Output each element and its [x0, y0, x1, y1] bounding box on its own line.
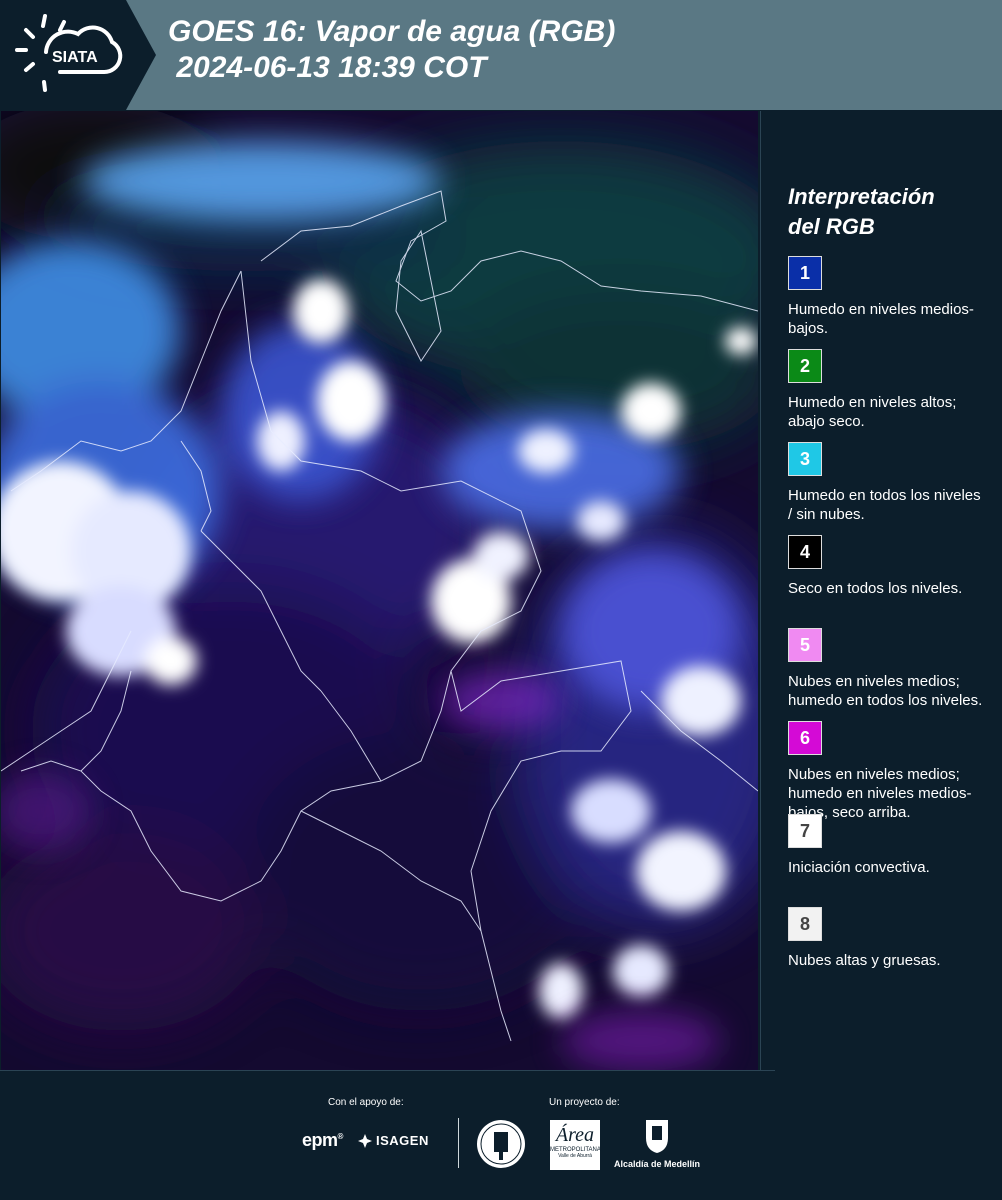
footer-separator: [458, 1118, 459, 1168]
isagen-logo-text: ISAGEN: [376, 1133, 429, 1148]
epm-logo: epm®: [302, 1130, 343, 1150]
legend-item: 8 Nubes altas y gruesas.: [788, 907, 988, 1000]
legend-swatch: 4: [788, 535, 822, 569]
legend-swatch: 6: [788, 721, 822, 755]
legend-item-text: Nubes en niveles medios; humedo en todos…: [788, 673, 983, 709]
legend-item: 7 Iniciación convectiva.: [788, 814, 988, 907]
epm-logo-text: epm: [302, 1130, 338, 1150]
legend-item: 4 Seco en todos los niveles.: [788, 535, 988, 628]
coat-of-arms-icon: [646, 1120, 668, 1153]
satellite-image: [1, 111, 758, 1070]
legend-items: 1 Humedo en niveles medios-bajos. 2 Humedo …: [788, 256, 988, 1000]
siata-logo-text: SIATA: [52, 49, 98, 66]
legend-swatch: 7: [788, 814, 822, 848]
legend-item-text: Nubes altas y gruesas.: [788, 952, 941, 969]
legend-title-line2: del RGB: [788, 214, 875, 239]
page-timestamp: 2024-06-13 18:39 COT: [168, 51, 487, 84]
legend-item: 6 Nubes en niveles medios; humedo en nive…: [788, 721, 988, 821]
university-seal-logo: [475, 1118, 527, 1175]
title-block: GOES 16: Vapor de agua (RGB) 2024-06-13 …: [168, 14, 615, 86]
map-divider: [760, 111, 761, 1070]
siata-logo[interactable]: SIATA: [0, 0, 158, 110]
legend-panel: Interpretación del RGB 1 Humedo en nivele…: [788, 182, 988, 1000]
legend-item-text: Humedo en niveles medios-bajos.: [788, 301, 974, 337]
page-title: GOES 16: Vapor de agua (RGB): [168, 15, 616, 48]
legend-item: 3 Humedo en todos los niveles / sin nubes…: [788, 442, 988, 535]
legend-item-text: Humedo en niveles altos; abajo seco.: [788, 394, 957, 430]
footer-divider: [0, 1070, 775, 1071]
alcaldia-logo: Alcaldía de Medellín: [612, 1118, 702, 1169]
satellite-map: [1, 111, 758, 1070]
legend-item: 5 Nubes en niveles medios; humedo en todo…: [788, 628, 988, 721]
isagen-logo: ISAGEN: [358, 1133, 429, 1148]
legend-title-line1: Interpretación: [788, 184, 935, 209]
project-label: Un proyecto de:: [549, 1097, 620, 1108]
legend-item-text: Humedo en todos los niveles / sin nubes.: [788, 487, 981, 523]
legend-item: 1 Humedo en niveles medios-bajos.: [788, 256, 988, 349]
legend-item: 2 Humedo en niveles altos; abajo seco.: [788, 349, 988, 442]
area-metropolitana-logo: Área METROPOLITANA Valle de Aburrá: [550, 1120, 601, 1170]
area-logo-name: Área: [555, 1124, 595, 1146]
area-logo-sub2: Valle de Aburrá: [558, 1153, 592, 1159]
legend-item-text: Iniciación convectiva.: [788, 859, 930, 876]
legend-swatch: 2: [788, 349, 822, 383]
isagen-icon: [358, 1133, 372, 1148]
alcaldia-text: Alcaldía de Medellín: [613, 1159, 701, 1169]
legend-swatch: 8: [788, 907, 822, 941]
legend-item-text: Seco en todos los niveles.: [788, 580, 963, 597]
legend-swatch: 3: [788, 442, 822, 476]
legend-title: Interpretación del RGB: [788, 182, 988, 242]
legend-swatch: 1: [788, 256, 822, 290]
legend-swatch: 5: [788, 628, 822, 662]
support-label: Con el apoyo de:: [328, 1097, 404, 1108]
